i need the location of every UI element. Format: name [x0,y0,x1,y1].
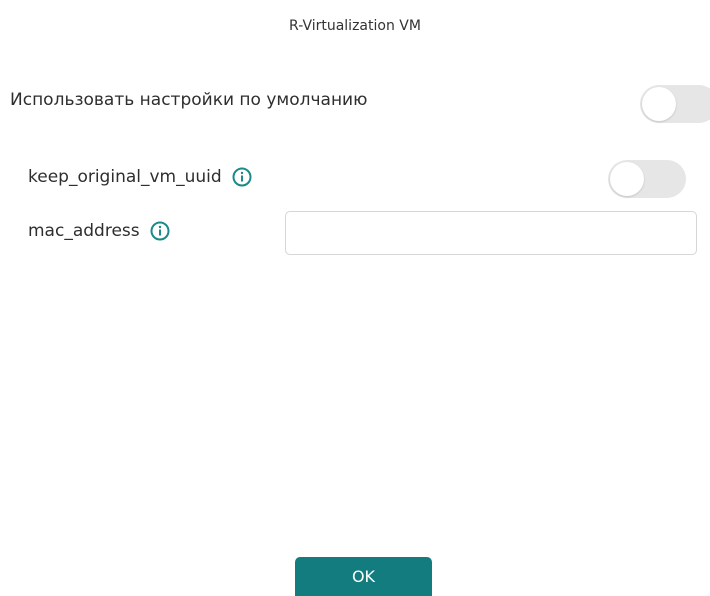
info-icon[interactable] [150,221,170,241]
keep-original-vm-uuid-label: keep_original_vm_uuid [28,167,222,187]
info-icon[interactable] [232,167,252,187]
toggle-knob [610,162,644,196]
keep-original-vm-uuid-row: keep_original_vm_uuid [28,167,252,187]
mac-address-label: mac_address [28,221,140,241]
mac-address-row: mac_address [28,221,170,241]
keep-original-vm-uuid-toggle[interactable] [608,160,686,198]
dialog-title: R-Virtualization VM [289,18,421,34]
use-defaults-toggle[interactable] [640,85,710,123]
mac-address-input[interactable] [285,211,697,255]
ok-button[interactable]: OK [295,557,432,596]
toggle-knob [642,87,676,121]
settings-dialog: R-Virtualization VM Использовать настрой… [0,0,710,596]
use-defaults-label: Использовать настройки по умолчанию [10,90,368,110]
